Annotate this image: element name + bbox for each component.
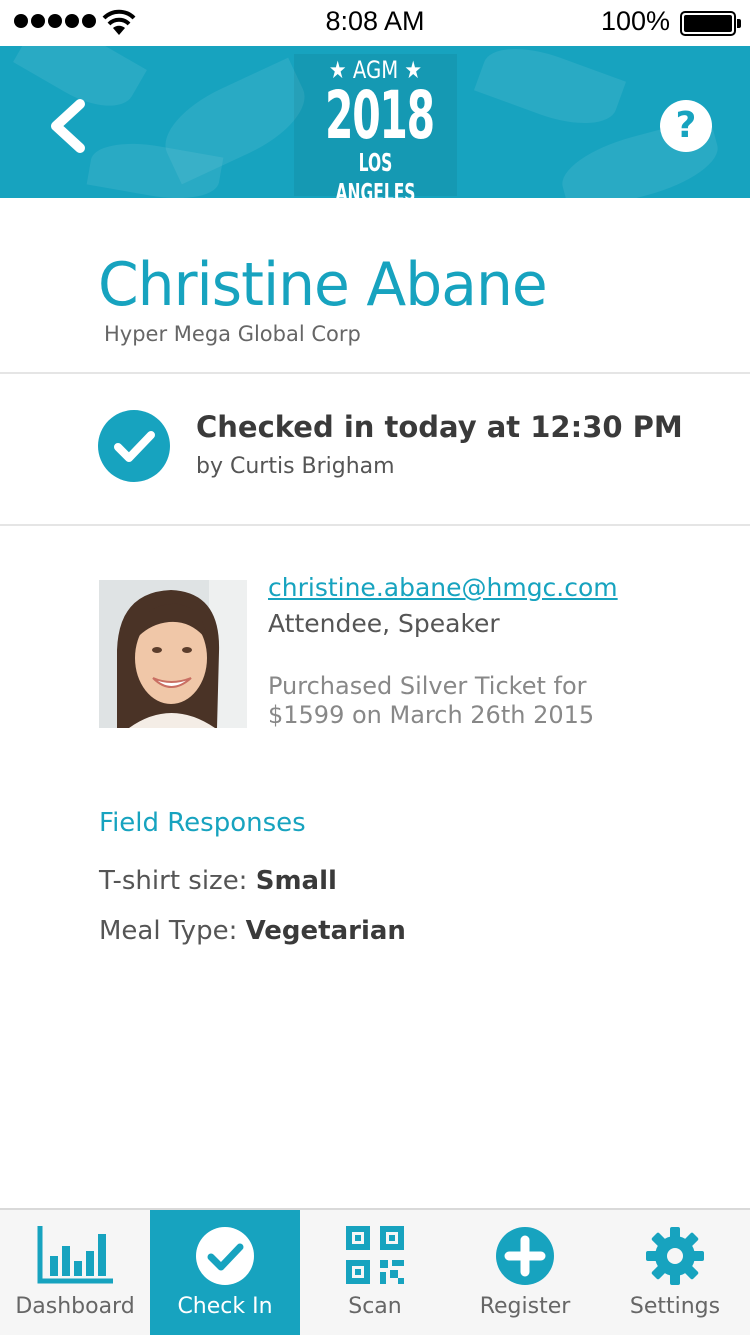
tab-label: Scan xyxy=(348,1294,402,1319)
tab-dashboard[interactable]: Dashboard xyxy=(0,1210,150,1335)
field-label: T-shirt size: xyxy=(99,866,256,896)
field-responses-heading: Field Responses xyxy=(99,808,306,838)
checked-in-icon xyxy=(98,410,170,482)
event-logo: ★ AGM ★ 2018 LOS ANGELES xyxy=(294,54,457,198)
tab-check-in[interactable]: Check In xyxy=(150,1210,300,1335)
tab-settings[interactable]: Settings xyxy=(600,1210,750,1335)
gear-icon xyxy=(646,1227,704,1285)
help-icon[interactable]: ? xyxy=(660,100,712,152)
checkin-by-text: by Curtis Brigham xyxy=(196,454,395,479)
tab-scan[interactable]: Scan xyxy=(300,1210,450,1335)
checkmark-icon xyxy=(196,1227,254,1285)
plus-icon xyxy=(496,1227,554,1285)
logo-year-text: 2018 xyxy=(324,77,435,154)
bar-chart-icon xyxy=(37,1226,113,1284)
ticket-purchase-info: Purchased Silver Ticket for $1599 on Mar… xyxy=(268,672,648,730)
attendee-email-link[interactable]: christine.abane@hmgc.com xyxy=(268,573,618,602)
attendee-name-section: Christine Abane Hyper Mega Global Corp xyxy=(0,198,750,374)
ticket-line-2: $1599 on March 26th 2015 xyxy=(268,701,595,729)
checkin-status-section: Checked in today at 12:30 PM by Curtis B… xyxy=(0,376,750,526)
tab-register[interactable]: Register xyxy=(450,1210,600,1335)
attendee-company: Hyper Mega Global Corp xyxy=(104,322,361,346)
field-label: Meal Type: xyxy=(99,916,246,946)
tab-label: Check In xyxy=(177,1294,273,1319)
qr-code-icon xyxy=(346,1226,404,1284)
attendee-name: Christine Abane xyxy=(98,250,548,320)
field-value: Small xyxy=(255,866,337,896)
back-arrow-icon[interactable] xyxy=(42,98,92,154)
app-header: ★ AGM ★ 2018 LOS ANGELES ? xyxy=(0,46,750,198)
status-bar: 8:08 AM 100% xyxy=(0,0,750,46)
tab-label: Settings xyxy=(629,1294,721,1319)
attendee-photo xyxy=(99,580,247,728)
field-response-tshirt: T-shirt size: Small xyxy=(99,866,337,896)
battery-icon xyxy=(680,11,741,36)
tab-label: Dashboard xyxy=(15,1294,135,1319)
logo-city-text: LOS ANGELES xyxy=(335,148,416,198)
checkin-time-text: Checked in today at 12:30 PM xyxy=(196,410,683,444)
field-value: Vegetarian xyxy=(245,916,406,946)
ticket-line-1: Purchased Silver Ticket for xyxy=(268,672,587,700)
tab-label: Register xyxy=(479,1294,571,1319)
field-response-meal: Meal Type: Vegetarian xyxy=(99,916,406,946)
battery-percentage: 100% xyxy=(600,6,670,36)
attendee-roles: Attendee, Speaker xyxy=(268,609,500,638)
bottom-tab-bar: Dashboard Check In Scan Register Setting… xyxy=(0,1208,750,1335)
